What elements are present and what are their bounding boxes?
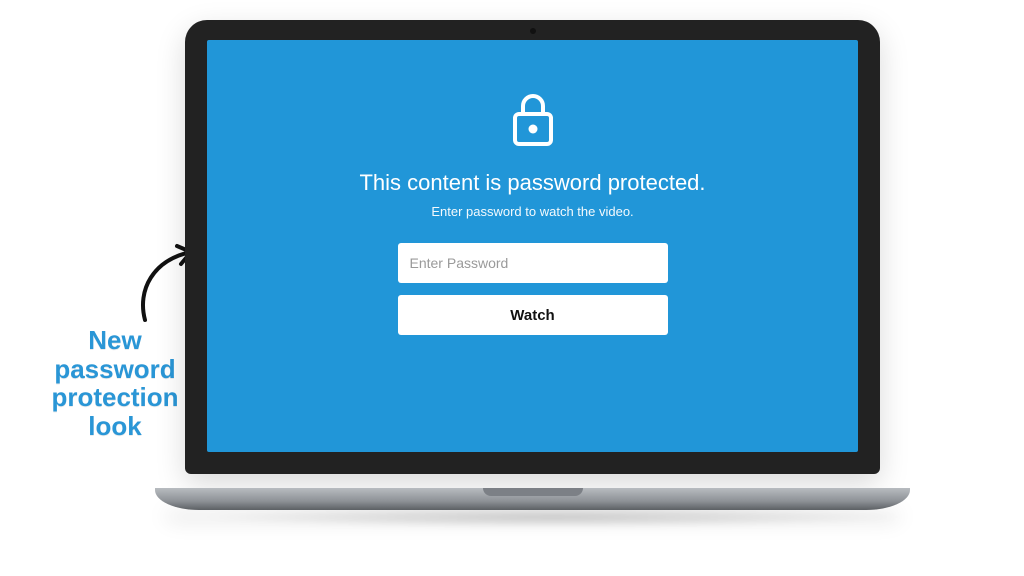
callout-label: New password protection look bbox=[30, 326, 200, 440]
laptop-screen-frame: This content is password protected. Ente… bbox=[185, 20, 880, 474]
callout-line-2: password bbox=[54, 354, 175, 384]
password-input[interactable] bbox=[398, 243, 668, 283]
lock-icon bbox=[509, 90, 557, 148]
watch-button[interactable]: Watch bbox=[398, 295, 668, 335]
laptop-notch bbox=[483, 488, 583, 496]
laptop-mockup: This content is password protected. Ente… bbox=[185, 20, 880, 510]
callout-line-4: look bbox=[88, 411, 141, 441]
callout-line-3: protection bbox=[51, 382, 178, 412]
password-screen: This content is password protected. Ente… bbox=[207, 40, 858, 452]
laptop-base bbox=[155, 488, 910, 510]
subline-text: Enter password to watch the video. bbox=[431, 204, 633, 219]
callout-line-1: New bbox=[88, 325, 141, 355]
headline-text: This content is password protected. bbox=[359, 170, 705, 196]
camera-icon bbox=[530, 28, 536, 34]
